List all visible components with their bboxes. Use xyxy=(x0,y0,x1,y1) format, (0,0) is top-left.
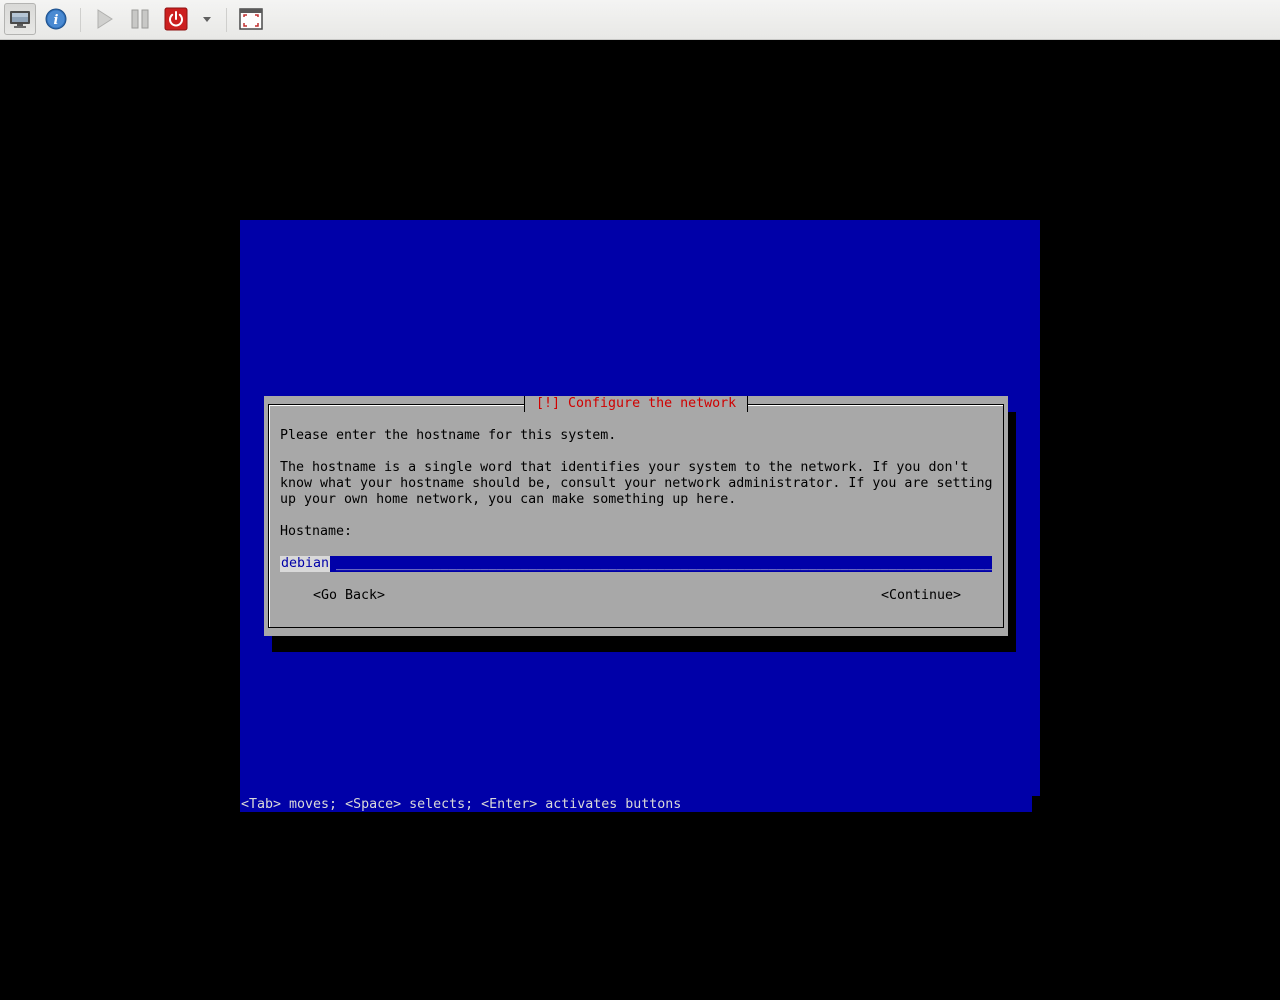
hostname-label: Hostname: xyxy=(280,524,353,539)
power-icon xyxy=(164,7,188,31)
description-line-1: The hostname is a single word that ident… xyxy=(280,460,969,475)
fullscreen-icon xyxy=(239,8,263,30)
play-icon xyxy=(97,9,113,29)
console-edge xyxy=(1032,796,1040,812)
toolbar-separator xyxy=(80,8,81,32)
power-menu-button[interactable] xyxy=(196,3,218,35)
toolbar-separator xyxy=(226,8,227,32)
description-line-3: up your own home network, you can make s… xyxy=(280,492,737,507)
continue-button[interactable]: <Continue> xyxy=(881,588,961,604)
play-button[interactable] xyxy=(88,3,120,35)
configure-network-dialog: [!] Configure the network Please enter t… xyxy=(264,396,1008,636)
display-button[interactable] xyxy=(4,3,36,35)
help-line: <Tab> moves; <Space> selects; <Enter> ac… xyxy=(240,796,1032,812)
hostname-value: debian xyxy=(280,556,331,572)
svg-text:i: i xyxy=(54,13,59,28)
help-text: <Tab> moves; <Space> selects; <Enter> ac… xyxy=(241,797,682,812)
go-back-button[interactable]: <Go Back> xyxy=(313,588,385,604)
description-line-2: know what your hostname should be, consu… xyxy=(280,476,993,491)
dialog-title: [!] Configure the network xyxy=(524,396,749,412)
display-icon xyxy=(10,11,30,28)
power-button[interactable] xyxy=(160,3,192,35)
pause-button[interactable] xyxy=(124,3,156,35)
pause-icon xyxy=(131,9,149,29)
vm-toolbar: i xyxy=(0,0,1280,40)
info-button[interactable]: i xyxy=(40,3,72,35)
fullscreen-button[interactable] xyxy=(235,3,267,35)
hostname-input[interactable]: debian _________________________________… xyxy=(280,556,992,572)
hostname-prompt: Please enter the hostname for this syste… xyxy=(280,428,617,443)
input-fill: ________________________________________… xyxy=(336,556,992,571)
info-icon: i xyxy=(45,8,67,30)
dropdown-icon xyxy=(203,17,211,22)
